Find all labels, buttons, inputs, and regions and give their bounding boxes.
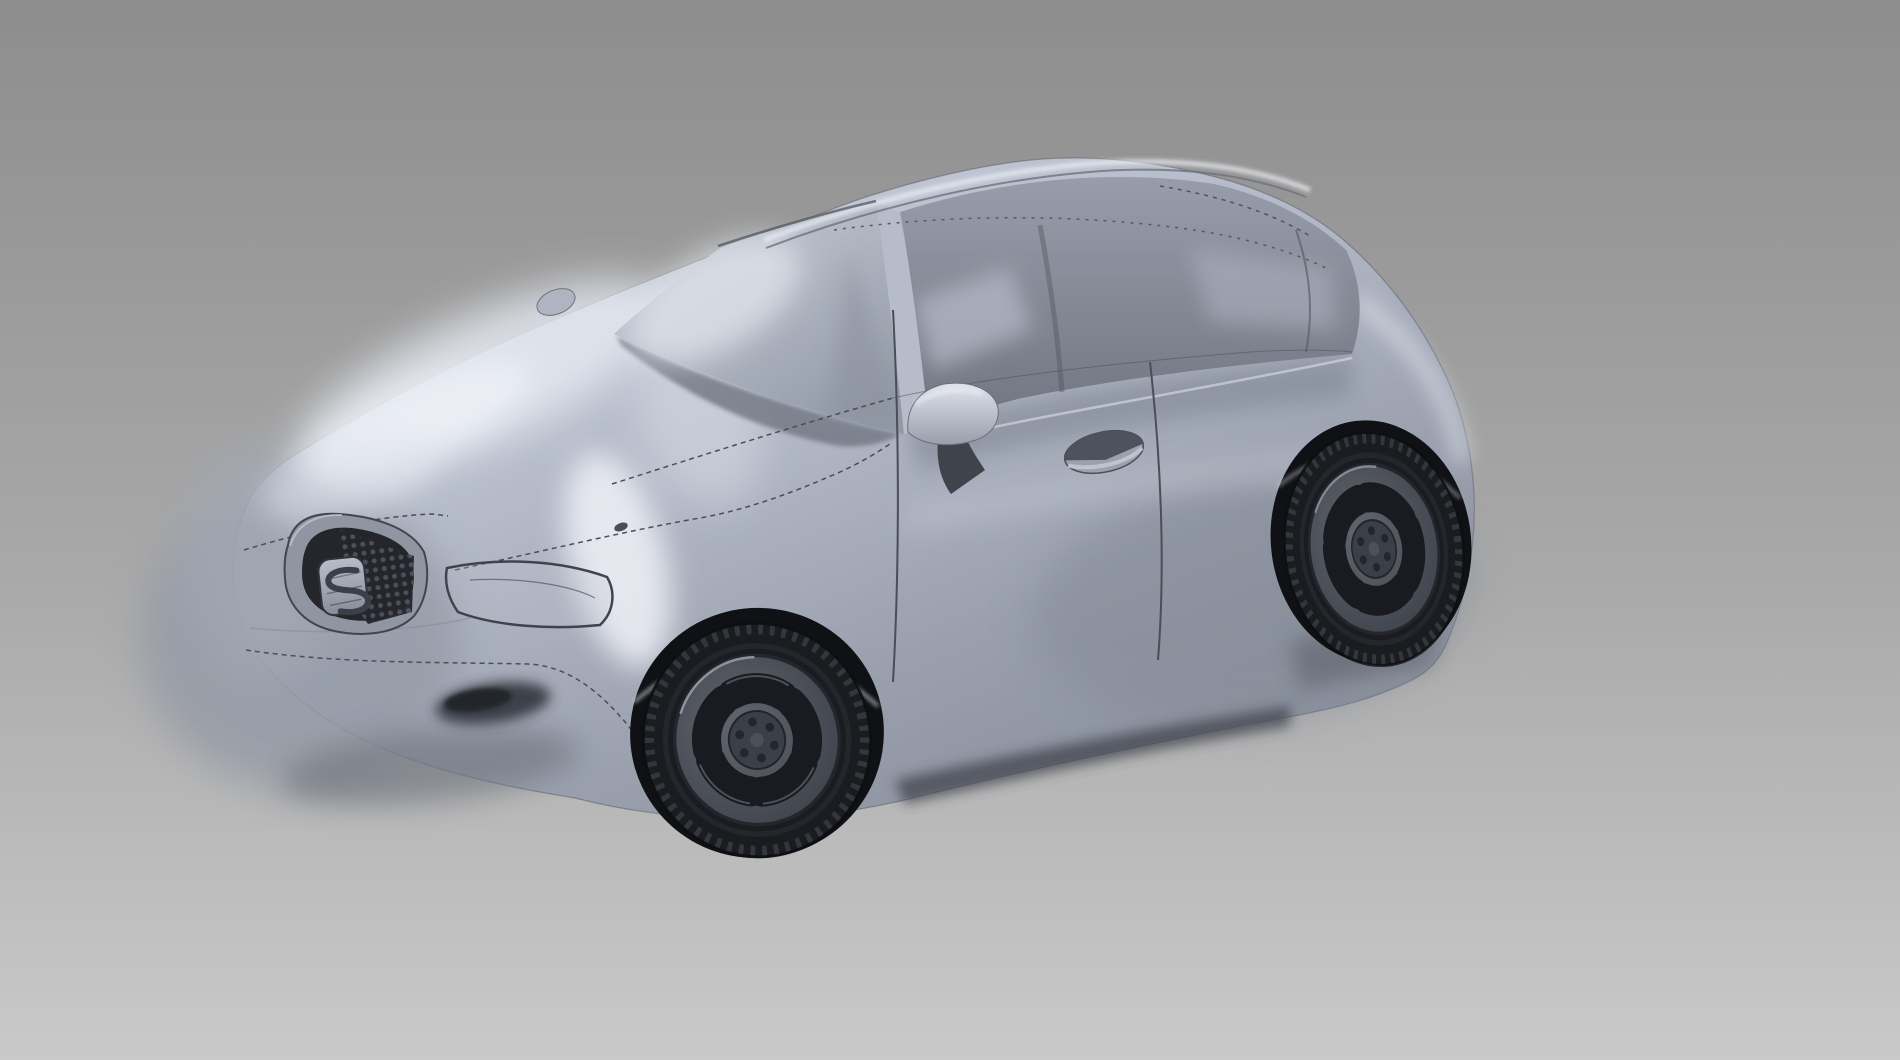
- 3d-viewport[interactable]: [0, 0, 1900, 1060]
- car-render: [0, 0, 1900, 1060]
- seat-badge: [317, 556, 369, 617]
- headlight: [446, 562, 612, 628]
